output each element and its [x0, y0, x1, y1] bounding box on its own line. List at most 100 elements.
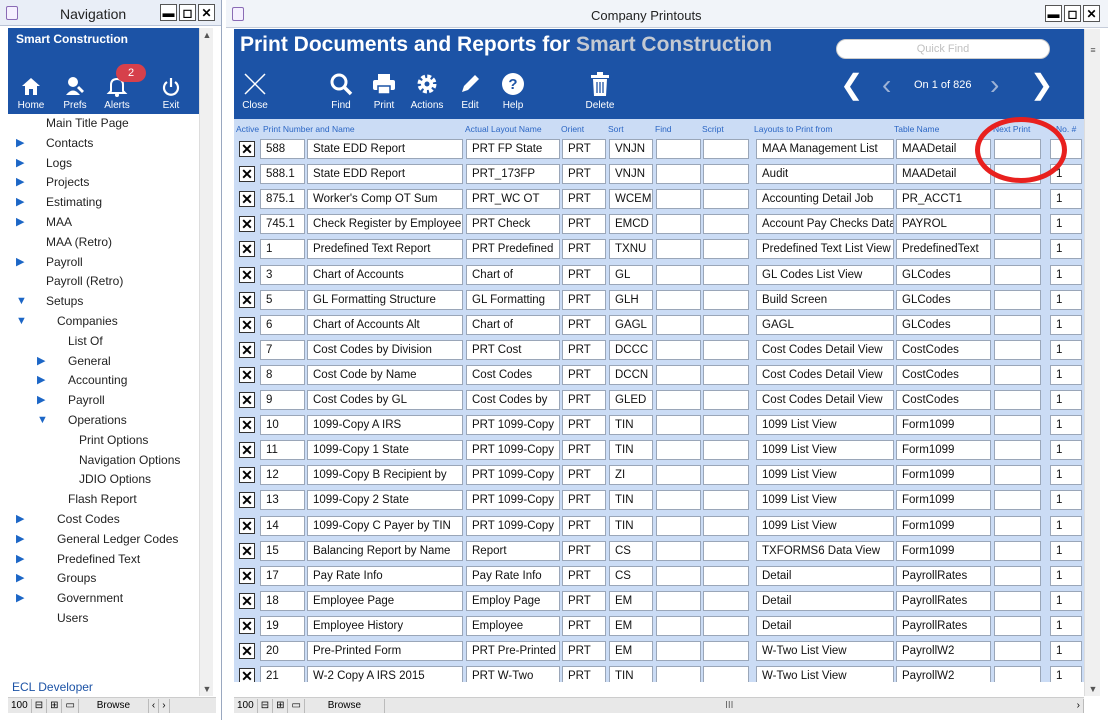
cell-next-print[interactable]: [994, 314, 1041, 335]
cell-sort[interactable]: TXNU: [609, 239, 653, 260]
nav-item[interactable]: ▶ Payroll: [8, 253, 200, 273]
cell-no[interactable]: 1: [1050, 214, 1082, 235]
column-header-table-name[interactable]: Table Name: [894, 124, 939, 134]
cell-script[interactable]: [703, 615, 749, 636]
cell-print-from[interactable]: GAGL: [756, 314, 894, 335]
close-window-icon[interactable]: ✕: [1083, 5, 1100, 22]
cell-name[interactable]: Pre-Printed Form: [307, 641, 463, 661]
cell-num[interactable]: 14: [260, 515, 305, 536]
column-header-active[interactable]: Active: [236, 124, 259, 134]
previous-record-icon[interactable]: ‹: [882, 71, 891, 99]
maximize-icon[interactable]: ◻: [1064, 5, 1081, 22]
zoom-level[interactable]: 100: [8, 698, 32, 713]
expand-right-icon[interactable]: ▶: [16, 550, 24, 570]
zoom-in-icon[interactable]: ⊞: [47, 698, 63, 713]
cell-sort[interactable]: VNJN: [609, 164, 653, 185]
table-row[interactable]: ✕ 3 Chart of Accounts Chart of PRT GL GL Codes…: [234, 263, 1084, 288]
cell-find[interactable]: [656, 540, 701, 561]
cell-num[interactable]: 588.1: [260, 164, 305, 185]
active-checkbox[interactable]: ✕: [239, 467, 255, 484]
cell-script[interactable]: [703, 641, 749, 661]
cell-print-from[interactable]: W-Two List View: [756, 641, 894, 661]
actions-button[interactable]: Actions: [406, 71, 448, 111]
maximize-icon[interactable]: ◻: [179, 4, 196, 21]
help-button[interactable]: ? Help: [492, 71, 534, 111]
cell-table[interactable]: PayrollRates: [896, 590, 991, 611]
nav-item[interactable]: ▶ Projects: [8, 173, 200, 193]
cell-orient[interactable]: PRT: [562, 264, 606, 285]
minimize-icon[interactable]: ▬: [1045, 5, 1062, 22]
cell-num[interactable]: 5: [260, 289, 305, 310]
expand-right-icon[interactable]: ▶: [16, 173, 24, 193]
cell-layout[interactable]: Employee: [466, 615, 560, 636]
expand-right-icon[interactable]: ▶: [16, 510, 24, 530]
column-header-layouts-to-print-from[interactable]: Layouts to Print from: [754, 124, 832, 134]
cell-print-from[interactable]: TXFORMS6 Data View: [756, 540, 894, 561]
expand-down-icon[interactable]: ▼: [37, 411, 48, 431]
cell-num[interactable]: 15: [260, 540, 305, 561]
active-checkbox[interactable]: ✕: [239, 643, 255, 659]
cell-name[interactable]: Employee History: [307, 615, 463, 636]
cell-table[interactable]: Form1099: [896, 440, 991, 461]
active-checkbox[interactable]: ✕: [239, 216, 255, 233]
expand-right-icon[interactable]: ▶: [37, 391, 45, 411]
cell-find[interactable]: [656, 515, 701, 536]
cell-script[interactable]: [703, 440, 749, 461]
table-row[interactable]: ✕ 745.1 Check Register by Employee PRT Chec…: [234, 212, 1084, 237]
cell-num[interactable]: 18: [260, 590, 305, 611]
cell-find[interactable]: [656, 465, 701, 486]
cell-print-from[interactable]: W-Two List View: [756, 666, 894, 682]
active-checkbox[interactable]: ✕: [239, 341, 255, 358]
active-checkbox[interactable]: ✕: [239, 542, 255, 559]
cell-name[interactable]: Balancing Report by Name: [307, 540, 463, 561]
cell-num[interactable]: 7: [260, 339, 305, 360]
nav-item[interactable]: Navigation Options: [8, 451, 200, 471]
nav-item[interactable]: ▶ Contacts: [8, 134, 200, 154]
nav-item[interactable]: JDIO Options: [8, 470, 200, 490]
nav-item[interactable]: ▶ MAA: [8, 213, 200, 233]
zoom-out-icon[interactable]: ⊟: [32, 698, 48, 713]
cell-next-print[interactable]: [994, 415, 1041, 436]
cell-table[interactable]: MAADetail: [896, 164, 991, 185]
cell-name[interactable]: 1099-Copy 2 State: [307, 490, 463, 511]
column-header-find[interactable]: Find: [655, 124, 672, 134]
exit-button[interactable]: Exit: [151, 74, 191, 111]
cell-print-from[interactable]: 1099 List View: [756, 415, 894, 436]
cell-print-from[interactable]: Detail: [756, 615, 894, 636]
cell-find[interactable]: [656, 415, 701, 436]
cell-next-print[interactable]: [994, 289, 1041, 310]
cell-script[interactable]: [703, 515, 749, 536]
cell-script[interactable]: [703, 465, 749, 486]
cell-orient[interactable]: PRT: [562, 415, 606, 436]
nav-item[interactable]: ▼ Operations: [8, 411, 200, 431]
cell-print-from[interactable]: Accounting Detail Job: [756, 189, 894, 210]
cell-orient[interactable]: PRT: [562, 239, 606, 260]
cell-next-print[interactable]: [994, 465, 1041, 486]
horizontal-scroll-thumb[interactable]: III: [385, 700, 1074, 711]
column-header-number-of-copies[interactable]: No. #: [1056, 124, 1076, 134]
cell-print-from[interactable]: Predefined Text List View: [756, 239, 894, 260]
cell-script[interactable]: [703, 214, 749, 235]
cell-next-print[interactable]: [994, 264, 1041, 285]
cell-orient[interactable]: PRT: [562, 314, 606, 335]
nav-item[interactable]: ▶ Payroll: [8, 391, 200, 411]
cell-script[interactable]: [703, 565, 749, 586]
table-row[interactable]: ✕ 12 1099-Copy B Recipient by PRT 1099-Copy…: [234, 463, 1084, 488]
cell-find[interactable]: [656, 339, 701, 360]
cell-orient[interactable]: PRT: [562, 565, 606, 586]
next-record-icon[interactable]: ›: [990, 71, 999, 99]
cell-orient[interactable]: PRT: [562, 289, 606, 310]
first-record-icon[interactable]: ❮: [840, 71, 863, 99]
cell-next-print[interactable]: [994, 364, 1041, 385]
cell-find[interactable]: [656, 214, 701, 235]
active-checkbox[interactable]: ✕: [239, 291, 255, 308]
cell-orient[interactable]: PRT: [562, 465, 606, 486]
nav-item[interactable]: Main Title Page: [8, 114, 200, 134]
ecl-developer-link[interactable]: ECL Developer: [12, 680, 93, 694]
nav-item[interactable]: ▼ Companies: [8, 312, 200, 332]
active-checkbox[interactable]: ✕: [239, 366, 255, 383]
scroll-top-icon[interactable]: ≡: [1085, 43, 1101, 57]
cell-layout[interactable]: Employ Page: [466, 590, 560, 611]
cell-num[interactable]: 6: [260, 314, 305, 335]
cell-layout[interactable]: PRT FP State: [466, 139, 560, 159]
